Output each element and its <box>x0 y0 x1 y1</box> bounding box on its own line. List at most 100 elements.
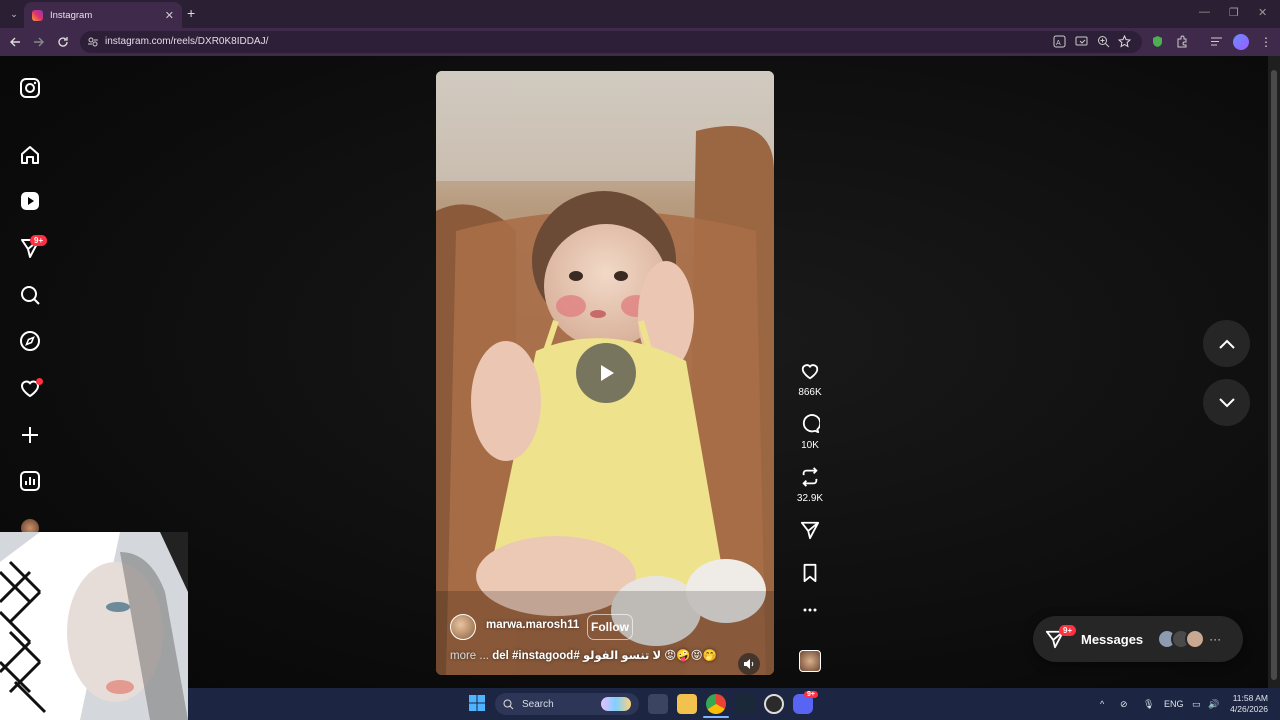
comment-action[interactable]: 10K <box>790 414 830 451</box>
bookmark-icon <box>803 563 817 583</box>
profile-avatar[interactable] <box>1233 34 1249 50</box>
share-action[interactable] <box>790 520 830 540</box>
play-button[interactable] <box>576 343 636 403</box>
create-plus-icon[interactable] <box>19 424 41 446</box>
windows-start-icon[interactable] <box>469 695 485 711</box>
like-count: 866K <box>798 387 822 398</box>
minimize-button[interactable]: — <box>1199 6 1210 18</box>
chevron-up-icon <box>1218 339 1235 349</box>
chevron-down-icon <box>1218 397 1235 407</box>
volume-icon[interactable]: 🔊 <box>1208 699 1219 710</box>
url-text[interactable]: instagram.com/reels/DXR0K8IDDAJ/ <box>105 36 268 47</box>
reload-icon <box>58 37 68 47</box>
forward-button[interactable] <box>31 34 47 50</box>
active-app-indicator <box>703 716 729 718</box>
back-button[interactable] <box>7 34 23 50</box>
back-arrow-icon <box>10 37 20 47</box>
display-icon[interactable]: ▭ <box>1192 699 1201 710</box>
notifications-badge: 9+ <box>30 235 48 246</box>
tab-search-button[interactable]: ⌄ <box>6 6 22 22</box>
instagram-page: 9+ marwa.marosh11 Follow more ... del #i… <box>0 56 1268 688</box>
discord-badge: 9+ <box>804 691 818 698</box>
maximize-button[interactable]: ❐ <box>1229 6 1239 19</box>
chrome-icon[interactable] <box>706 694 726 714</box>
close-tab-icon[interactable]: ✕ <box>165 9 174 22</box>
new-tab-button[interactable]: + <box>187 5 195 21</box>
windows-taskbar <box>188 688 1280 720</box>
site-info-icon[interactable] <box>87 36 99 48</box>
like-action[interactable]: 866K <box>790 361 830 398</box>
reload-button[interactable] <box>55 34 71 50</box>
mute-button[interactable] <box>738 653 760 675</box>
caption-emojis: 😡🤪😝🤭 <box>664 650 717 662</box>
close-window-button[interactable]: ✕ <box>1258 6 1267 19</box>
speaker-icon <box>744 659 754 669</box>
reel-video[interactable]: marwa.marosh11 Follow more ... del #inst… <box>436 71 774 675</box>
webcam-image <box>0 532 188 720</box>
messages-button[interactable]: Messages ··· <box>1033 616 1243 662</box>
clock-time: 11:58 AM <box>1232 693 1268 703</box>
search-icon[interactable] <box>19 284 41 306</box>
clock[interactable]: 11:58 AM 4/26/2026 <box>1228 693 1268 715</box>
extensions-icon[interactable] <box>1175 35 1188 48</box>
forward-arrow-icon <box>34 37 44 47</box>
messages-badge: 9+ <box>1059 625 1077 636</box>
message-avatar <box>1185 629 1206 649</box>
zoom-icon[interactable] <box>1097 35 1110 48</box>
search-highlight-icon <box>601 697 631 711</box>
translate-icon[interactable]: A <box>1053 35 1066 48</box>
reel-author-avatar[interactable] <box>450 614 476 640</box>
follow-button[interactable]: Follow <box>587 614 633 640</box>
cast-icon[interactable] <box>1075 35 1088 48</box>
file-explorer-icon[interactable] <box>677 694 697 714</box>
share-paper-plane-icon <box>800 521 820 540</box>
comment-count: 10K <box>801 440 819 451</box>
page-scrollbar[interactable] <box>1268 56 1280 688</box>
instagram-favicon-icon <box>32 9 43 21</box>
webcam-overlay <box>0 532 188 720</box>
repost-icon <box>802 467 818 487</box>
play-icon <box>601 365 614 381</box>
reel-caption[interactable]: more ... del #instagood# لا تنسو الفولو … <box>450 648 717 662</box>
network-off-icon[interactable]: ⊘ <box>1120 699 1128 710</box>
task-view-icon[interactable] <box>648 694 668 714</box>
steam-icon[interactable] <box>735 694 755 714</box>
messages-more-icon[interactable]: ··· <box>1209 632 1221 646</box>
app-icon[interactable] <box>764 694 784 714</box>
taskbar-search-label: Search <box>522 698 554 710</box>
dashboard-icon[interactable] <box>19 470 41 492</box>
previous-reel-button[interactable] <box>1203 320 1250 367</box>
taskbar-search[interactable]: Search <box>495 693 639 715</box>
messages-label: Messages <box>1081 631 1144 647</box>
next-reel-button[interactable] <box>1203 379 1250 426</box>
repost-count: 32.9K <box>796 493 824 504</box>
more-dots-icon <box>803 608 817 612</box>
tab-title: Instagram <box>50 9 93 21</box>
clock-date: 4/26/2026 <box>1230 704 1268 714</box>
save-action[interactable] <box>790 563 830 583</box>
audio-thumbnail[interactable] <box>799 650 821 672</box>
home-icon[interactable] <box>19 144 41 166</box>
caption-more-link[interactable]: more ... <box>450 650 492 662</box>
repost-action[interactable]: 32.9K <box>790 467 830 504</box>
comment-bubble-icon <box>802 414 820 434</box>
search-icon <box>503 699 514 709</box>
more-options-action[interactable] <box>790 606 830 614</box>
language-indicator[interactable]: ENG <box>1164 699 1184 709</box>
instagram-logo-icon[interactable] <box>19 77 41 99</box>
like-heart-icon <box>801 364 819 380</box>
tray-overflow-icon[interactable]: ^ <box>1100 699 1104 709</box>
shield-extension-icon[interactable] <box>1151 35 1164 48</box>
caption-text: del #instagood# لا تنسو الفولو <box>492 650 662 662</box>
explore-compass-icon[interactable] <box>19 330 41 352</box>
activity-dot <box>36 378 43 385</box>
reading-list-icon[interactable] <box>1210 35 1223 48</box>
browser-menu-icon[interactable]: ⋮ <box>1260 35 1272 49</box>
messages-avatars <box>1157 629 1206 649</box>
reel-username[interactable]: marwa.marosh11 <box>486 619 579 631</box>
svg-text:A: A <box>1056 40 1061 47</box>
reels-icon[interactable] <box>19 190 41 212</box>
bookmark-star-icon[interactable] <box>1118 35 1131 48</box>
microphone-icon[interactable]: 🎙 <box>1143 699 1154 710</box>
browser-tab[interactable]: Instagram ✕ <box>24 2 182 28</box>
